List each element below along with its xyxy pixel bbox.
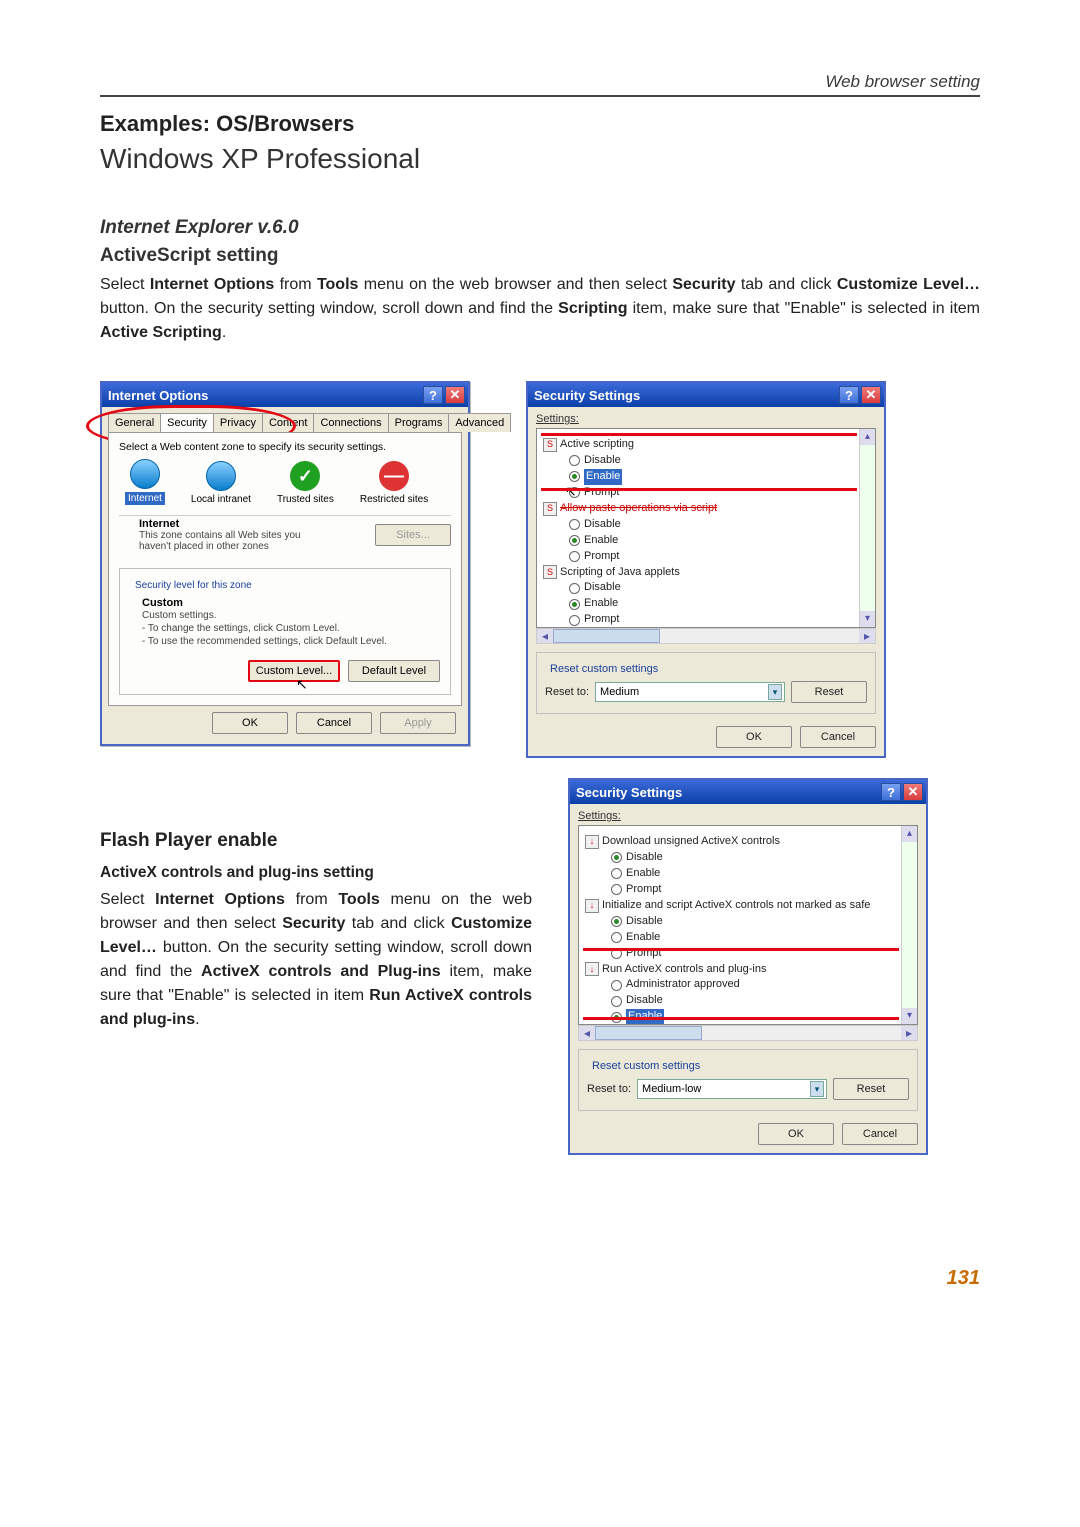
dialog-internet-options: Internet Options ? ✕ General Security Pr…	[100, 381, 470, 746]
dialog-security-settings-activex: Security Settings ? ✕ Settings: ↓Downloa…	[568, 778, 928, 1155]
zone-trusted-sites[interactable]: ✓Trusted sites	[277, 461, 334, 505]
ss1-reset-to-label: Reset to:	[545, 686, 589, 698]
ss1-settings-label: Settings:	[536, 413, 876, 425]
scroll-up-icon[interactable]: ▴	[902, 826, 917, 842]
tab-content[interactable]: Content	[262, 413, 315, 432]
tab-general[interactable]: General	[108, 413, 161, 432]
chevron-down-icon: ▾	[768, 684, 782, 700]
ss1-reset-combo[interactable]: Medium▾	[595, 682, 785, 702]
ss2-ok-button[interactable]: OK	[758, 1123, 834, 1145]
io-level: Custom	[142, 597, 440, 609]
help-icon[interactable]: ?	[839, 386, 859, 404]
paragraph-activescript: Select Internet Options from Tools menu …	[100, 273, 980, 345]
zone-internet[interactable]: Internet	[125, 459, 165, 505]
scrollbar-horizontal[interactable]: ◂ ▸	[536, 628, 876, 644]
radio-init-disable[interactable]	[611, 916, 622, 927]
ss2-reset-to-label: Reset to:	[587, 1083, 631, 1095]
tab-security[interactable]: Security	[160, 413, 214, 432]
grp-allow-paste: Allow paste operations via script	[560, 501, 717, 517]
radio-java-enable[interactable]	[569, 599, 580, 610]
help-icon[interactable]: ?	[881, 783, 901, 801]
ss2-settings-label: Settings:	[578, 810, 918, 822]
radio-allow-enable[interactable]	[569, 535, 580, 546]
grp-init-script: Initialize and script ActiveX controls n…	[602, 898, 870, 914]
tab-programs[interactable]: Programs	[388, 413, 450, 432]
annotation-run-activex-box	[583, 948, 899, 1020]
scroll-right-icon[interactable]: ▸	[901, 1026, 917, 1040]
script-icon: S	[543, 502, 557, 516]
io-cancel-button[interactable]: Cancel	[296, 712, 372, 734]
heading-activex-sub: ActiveX controls and plug-ins setting	[100, 864, 532, 882]
close-icon[interactable]: ✕	[861, 386, 881, 404]
dialog-io-title: Internet Options	[108, 388, 208, 403]
radio-java-prompt[interactable]	[569, 615, 580, 626]
custom-level-button[interactable]: Custom Level...	[248, 660, 340, 682]
ss1-cancel-button[interactable]: Cancel	[800, 726, 876, 748]
script-icon: S	[543, 565, 557, 579]
grp-download-unsigned: Download unsigned ActiveX controls	[602, 834, 780, 850]
heading-examples: Examples: OS/Browsers	[100, 111, 980, 137]
io-apply-button[interactable]: Apply	[380, 712, 456, 734]
radio-dl-disable[interactable]	[611, 852, 622, 863]
scroll-left-icon[interactable]: ◂	[537, 629, 553, 643]
chevron-down-icon: ▾	[810, 1081, 824, 1097]
radio-dl-prompt[interactable]	[611, 884, 622, 895]
scroll-left-icon[interactable]: ◂	[579, 1026, 595, 1040]
radio-init-enable[interactable]	[611, 932, 622, 943]
close-icon[interactable]: ✕	[445, 386, 465, 404]
help-icon[interactable]: ?	[423, 386, 443, 404]
paragraph-activex: Select Internet Options from Tools menu …	[100, 888, 532, 1032]
dialog-security-settings-scripting: Security Settings ? ✕ Settings: SActive …	[526, 381, 886, 758]
radio-dl-enable[interactable]	[611, 868, 622, 879]
io-security-level-legend: Security level for this zone	[132, 580, 255, 591]
zone-restricted-sites[interactable]: —Restricted sites	[360, 461, 428, 505]
page-number: 131	[100, 1267, 980, 1290]
ss2-title: Security Settings	[576, 785, 682, 800]
page-header-right: Web browser setting	[100, 72, 980, 97]
grp-java-applets: Scripting of Java applets	[560, 565, 680, 581]
heading-xp: Windows XP Professional	[100, 143, 980, 175]
cursor-icon: ↖	[296, 676, 308, 693]
radio-java-disable[interactable]	[569, 583, 580, 594]
ss2-reset-combo[interactable]: Medium-low▾	[637, 1079, 827, 1099]
scroll-down-icon[interactable]: ▾	[860, 611, 875, 627]
ss2-cancel-button[interactable]: Cancel	[842, 1123, 918, 1145]
heading-activescript: ActiveScript setting	[100, 245, 980, 267]
radio-allow-prompt[interactable]	[569, 551, 580, 562]
scroll-up-icon[interactable]: ▴	[860, 429, 875, 445]
io-ok-button[interactable]: OK	[212, 712, 288, 734]
ss2-reset-legend: Reset custom settings	[589, 1060, 703, 1072]
ss1-ok-button[interactable]: OK	[716, 726, 792, 748]
ss1-reset-legend: Reset custom settings	[547, 663, 661, 675]
scrollbar-horizontal[interactable]: ◂ ▸	[578, 1025, 918, 1041]
annotation-enable-box	[541, 433, 857, 491]
radio-allow-disable[interactable]	[569, 519, 580, 530]
scroll-down-icon[interactable]: ▾	[902, 1008, 917, 1024]
heading-ie: Internet Explorer v.6.0	[100, 217, 980, 239]
sites-button[interactable]: Sites...	[375, 524, 451, 546]
download-icon: ↓	[585, 899, 599, 913]
ss1-title: Security Settings	[534, 388, 640, 403]
close-icon[interactable]: ✕	[903, 783, 923, 801]
tab-advanced[interactable]: Advanced	[448, 413, 511, 432]
io-l3: - To use the recommended settings, click…	[142, 635, 440, 648]
scrollbar-vertical[interactable]: ▴ ▾	[901, 826, 917, 1024]
default-level-button[interactable]: Default Level	[348, 660, 440, 682]
ss1-reset-button[interactable]: Reset	[791, 681, 867, 703]
scrollbar-vertical[interactable]: ▴ ▾	[859, 429, 875, 627]
download-icon: ↓	[585, 835, 599, 849]
zone-local-intranet[interactable]: Local intranet	[191, 461, 251, 505]
tab-connections[interactable]: Connections	[313, 413, 388, 432]
ss2-reset-button[interactable]: Reset	[833, 1078, 909, 1100]
io-instruction: Select a Web content zone to specify its…	[119, 441, 451, 453]
scroll-right-icon[interactable]: ▸	[859, 629, 875, 643]
io-l1: Custom settings.	[142, 609, 440, 622]
io-l2: - To change the settings, click Custom L…	[142, 622, 440, 635]
heading-flash: Flash Player enable	[100, 830, 532, 852]
tab-privacy[interactable]: Privacy	[213, 413, 263, 432]
